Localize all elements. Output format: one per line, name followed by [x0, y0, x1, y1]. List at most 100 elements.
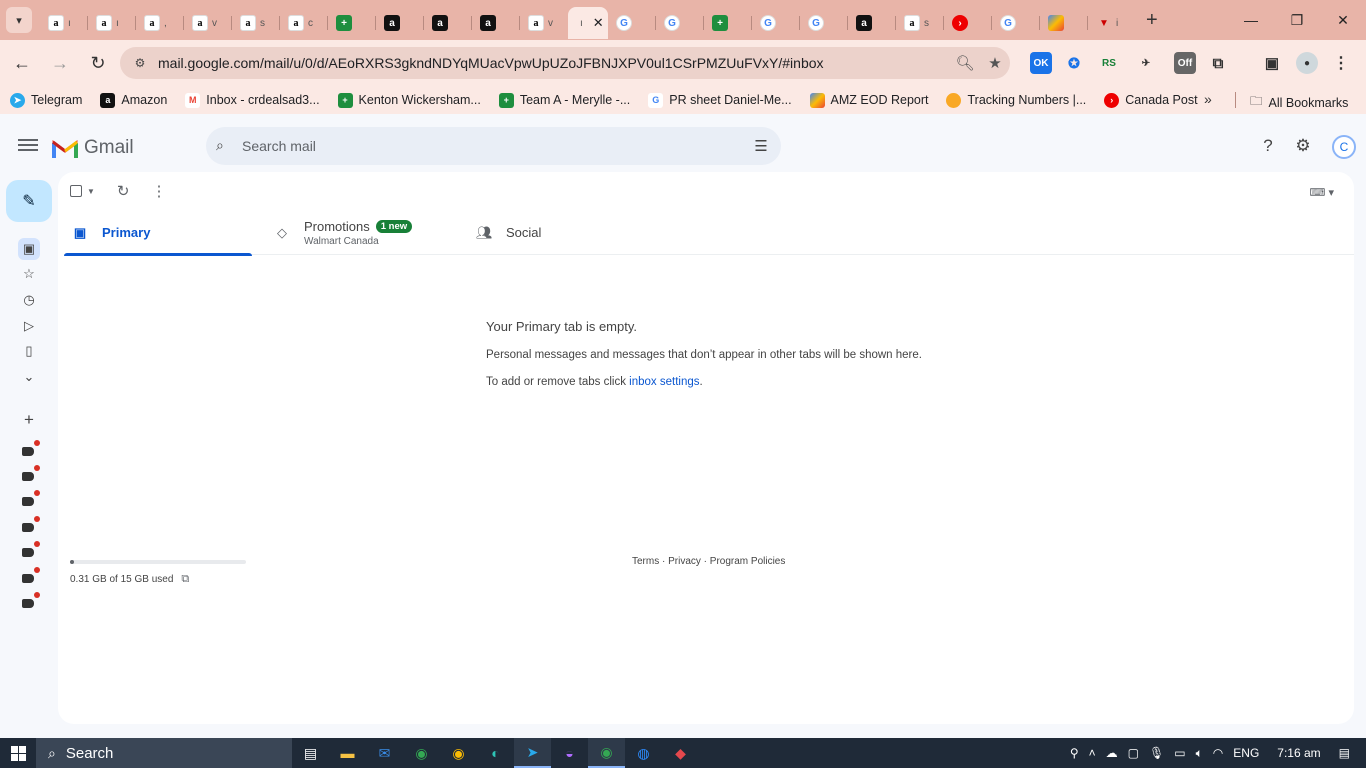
bookmark-pr-sheet[interactable]: G PR sheet Daniel-Me...: [648, 92, 792, 108]
profile-avatar[interactable]: ●: [1296, 52, 1318, 74]
label-icon[interactable]: [22, 592, 40, 608]
footer-links[interactable]: Terms · Privacy · Program Policies: [632, 556, 785, 567]
input-tools-icon[interactable]: ⌨ ▾: [1310, 186, 1334, 199]
wifi-icon[interactable]: ◠: [1213, 746, 1223, 760]
restore-button[interactable]: ❐: [1274, 0, 1320, 40]
browser-tab[interactable]: [1040, 7, 1088, 39]
extension-off-icon[interactable]: Off: [1174, 52, 1196, 74]
app-icon[interactable]: ◆: [662, 738, 699, 768]
tab-promotions[interactable]: ◇ Promotions 1 new Walmart Canada: [274, 210, 474, 255]
browser-tab[interactable]: +: [704, 7, 752, 39]
extension-plane-icon[interactable]: ✈: [1135, 52, 1157, 74]
chrome-icon[interactable]: ◉: [403, 738, 440, 768]
account-avatar[interactable]: C: [1332, 135, 1356, 159]
bookmark-tracking[interactable]: Tracking Numbers |...: [946, 92, 1086, 108]
file-explorer-icon[interactable]: ▬: [329, 738, 366, 768]
close-window-button[interactable]: ✕: [1320, 0, 1366, 40]
battery-icon[interactable]: ▭: [1174, 746, 1185, 760]
cloud-icon[interactable]: ☁: [1106, 746, 1118, 760]
browser-tab[interactable]: a: [376, 7, 424, 39]
extensions-puzzle-icon[interactable]: ⧉: [1207, 52, 1229, 74]
bookmark-amz-eod[interactable]: AMZ EOD Report: [809, 92, 928, 108]
bookmark-canada-post[interactable]: › Canada Post: [1104, 92, 1198, 108]
minimize-button[interactable]: —: [1228, 0, 1274, 40]
browser-tab[interactable]: a: [472, 7, 520, 39]
select-all-checkbox[interactable]: [70, 185, 82, 197]
settings-gear-icon[interactable]: ⚙: [1291, 134, 1315, 158]
chrome-menu-icon[interactable]: ⋮: [1330, 52, 1352, 74]
more-chevron-icon[interactable]: ⌄: [18, 366, 40, 388]
browser-tab[interactable]: as: [232, 7, 280, 39]
search-bar[interactable]: ⌕ ☰: [206, 127, 781, 165]
all-bookmarks-button[interactable]: 🗀 All Bookmarks: [1250, 92, 1348, 113]
browser-tab[interactable]: aı: [88, 7, 136, 39]
extension-rs-icon[interactable]: RS: [1098, 52, 1120, 74]
messenger-icon[interactable]: ◒: [551, 738, 588, 768]
bookmark-star-icon[interactable]: ★: [980, 54, 1010, 72]
browser-tab[interactable]: as: [896, 7, 944, 39]
search-options-icon[interactable]: ☰: [741, 137, 781, 155]
site-settings-icon[interactable]: ⚙: [126, 56, 154, 70]
reload-button[interactable]: ↻: [82, 47, 114, 79]
label-icon[interactable]: [22, 490, 40, 506]
bookmark-team-a[interactable]: + Team A - Merylle -...: [498, 92, 630, 108]
windows-start-icon[interactable]: [0, 738, 36, 768]
sent-icon[interactable]: ▷: [18, 315, 40, 337]
label-icon[interactable]: [22, 541, 40, 557]
browser-tab[interactable]: a,: [136, 7, 184, 39]
chevron-up-icon[interactable]: ˄: [1089, 746, 1096, 760]
browser-tab[interactable]: ac: [280, 7, 328, 39]
bookmark-amazon[interactable]: a Amazon: [100, 92, 167, 108]
side-panel-icon[interactable]: ▣: [1261, 52, 1283, 74]
main-menu-icon[interactable]: [18, 136, 38, 156]
people-icon[interactable]: ⚲: [1070, 746, 1079, 760]
zoom-icon[interactable]: 🔍︎: [950, 54, 980, 72]
extension-compass-icon[interactable]: ✪: [1063, 52, 1085, 74]
tab-search-button[interactable]: ▾: [6, 7, 32, 33]
bookmark-telegram[interactable]: ➤ Telegram: [10, 92, 82, 108]
external-link-icon[interactable]: ⧉: [181, 573, 189, 586]
more-bookmarks-icon[interactable]: »: [1204, 91, 1212, 107]
label-icon[interactable]: [22, 465, 40, 481]
bookmark-inbox[interactable]: M Inbox - crdealsad3...: [185, 92, 320, 108]
browser-tab[interactable]: G: [992, 7, 1040, 39]
new-tab-button[interactable]: +: [1146, 9, 1158, 32]
browser-tab[interactable]: G: [608, 7, 656, 39]
starred-icon[interactable]: ☆: [18, 263, 40, 285]
browser-tab-active[interactable]: ı ✕: [568, 7, 608, 39]
bookmark-kenton[interactable]: + Kenton Wickersham...: [337, 92, 481, 108]
browser-tab[interactable]: G: [656, 7, 704, 39]
forward-button[interactable]: →: [44, 47, 76, 79]
select-dropdown-icon[interactable]: ▼: [87, 187, 95, 196]
label-icon[interactable]: [22, 516, 40, 532]
browser-tab[interactable]: ›: [944, 7, 992, 39]
close-icon[interactable]: ✕: [593, 15, 604, 31]
clock-time[interactable]: 7:16 am: [1277, 746, 1320, 760]
browser-tab[interactable]: G: [800, 7, 848, 39]
browser-tab[interactable]: aı: [40, 7, 88, 39]
notifications-icon[interactable]: ▤: [1339, 746, 1350, 760]
browser-tab[interactable]: av: [184, 7, 232, 39]
drafts-icon[interactable]: ▯: [18, 340, 40, 362]
edge-icon[interactable]: ◐: [477, 738, 514, 768]
extension-ok-icon[interactable]: OK: [1030, 52, 1052, 74]
search-input[interactable]: [242, 138, 741, 154]
label-icon[interactable]: [22, 567, 40, 583]
back-button[interactable]: ←: [6, 47, 38, 79]
mail-app-icon[interactable]: ✉: [366, 738, 403, 768]
browser-tab[interactable]: a: [424, 7, 472, 39]
browser-tab[interactable]: av: [520, 7, 568, 39]
tab-primary[interactable]: ▣ Primary: [64, 210, 252, 256]
browser-tab[interactable]: a: [848, 7, 896, 39]
taskbar-search[interactable]: ⌕ Search: [36, 738, 292, 768]
search-icon[interactable]: ⌕: [216, 137, 234, 155]
address-bar[interactable]: ⚙ mail.google.com/mail/u/0/d/AEoRXRS3gkn…: [120, 47, 1010, 79]
url-text[interactable]: mail.google.com/mail/u/0/d/AEoRXRS3gkndN…: [158, 55, 950, 71]
browser-tab[interactable]: ▼ i: [1088, 7, 1136, 39]
label-icon[interactable]: [22, 440, 40, 456]
browser-tab[interactable]: G: [752, 7, 800, 39]
meet-icon[interactable]: ▢: [1128, 746, 1139, 760]
create-label-icon[interactable]: +: [18, 409, 40, 431]
task-view-icon[interactable]: ▤: [292, 738, 329, 768]
zoom-app-icon[interactable]: ◍: [625, 738, 662, 768]
